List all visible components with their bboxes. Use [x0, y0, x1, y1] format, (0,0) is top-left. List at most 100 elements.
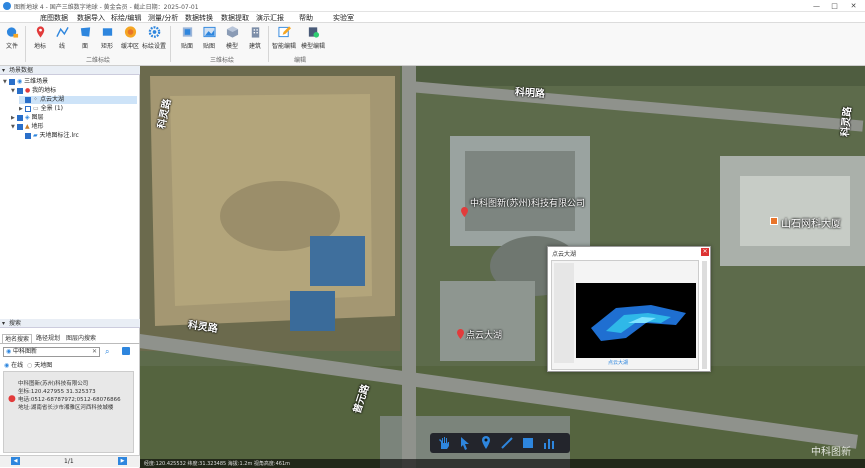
menu-extract[interactable]: 数据提取 — [221, 13, 249, 23]
polygon-tool[interactable]: 面 — [73, 24, 97, 54]
plot-settings-tool[interactable]: 标绘设置 — [142, 24, 166, 54]
status-bar: 经度:120.425532 纬度:31.323485 海拔:1.2m 视角高度:… — [140, 459, 865, 468]
search-result-item[interactable]: ● 中科图新(苏州)科技有限公司 坐标:120.427955 31.325373… — [3, 371, 134, 453]
road-puyuan — [402, 66, 416, 468]
point-cloud-icon: ⁘ — [33, 96, 39, 103]
menu-measure[interactable]: 测量/分析 — [148, 13, 178, 23]
line-tool[interactable]: 线 — [50, 24, 74, 54]
tree-item-terrain[interactable]: ▼ ▲ 地形 — [11, 123, 44, 131]
building-tool[interactable]: 建筑 — [243, 24, 267, 54]
buffer-icon — [124, 26, 136, 38]
maximize-button[interactable]: □ — [829, 1, 840, 11]
page-indicator: 1/1 — [64, 458, 74, 465]
tree-item-point-cloud[interactable]: ⁘ 点云大湖 — [19, 96, 137, 104]
minimize-button[interactable]: — — [811, 1, 822, 11]
menu-lab[interactable]: 实验室 — [333, 13, 354, 23]
model-tool[interactable]: 模型 — [220, 24, 244, 54]
save-icon[interactable] — [122, 347, 130, 355]
select-arrow-icon[interactable] — [457, 435, 473, 451]
satellite-imagery — [140, 66, 865, 468]
search-panel: ▾ 搜索 地名搜索 路径规划 图层内搜索 ◉ 中科图新 ✕ ⌕ ◉ 在线 ○ 天… — [0, 316, 140, 468]
menu-present[interactable]: 演示汇报 — [256, 13, 284, 23]
poi-pin-icon[interactable] — [457, 329, 464, 339]
menu-help[interactable]: 帮助 — [299, 13, 313, 23]
point-cloud-render — [576, 283, 696, 358]
ribbon-separator — [170, 26, 171, 62]
drape-surface-icon — [182, 27, 192, 37]
checkbox[interactable] — [17, 114, 23, 121]
popup-title: 点云大湖 — [552, 251, 577, 258]
placemark-icon: ● — [25, 87, 31, 94]
rectangle-tool[interactable]: 矩形 — [95, 24, 119, 54]
poi-label-shanshi: 山石网科大厦 — [781, 219, 841, 230]
popup-close-button[interactable]: ✕ — [701, 248, 709, 256]
search-input[interactable]: ◉ 中科图新 ✕ — [3, 347, 100, 357]
popup-caption: 点云大湖 — [608, 360, 629, 366]
menu-convert[interactable]: 数据转换 — [185, 13, 213, 23]
road-label-keling-3: 科灵路 — [840, 106, 854, 138]
result-pin-icon: ● — [8, 394, 16, 404]
draw-rectangle-icon[interactable] — [520, 435, 536, 451]
title-bar: 图新地球 4 - 国产三维数字地球 - 黄金会员 - 截止日期：2025-07-… — [0, 0, 865, 12]
tab-route-planning[interactable]: 路径规划 — [34, 334, 62, 343]
drape-surface-tool[interactable]: 贴面 — [175, 24, 199, 54]
polyline-icon — [55, 27, 69, 37]
placemark-tool[interactable]: 地标 — [28, 24, 52, 54]
map-toolbar — [430, 433, 570, 453]
gear-icon — [148, 26, 160, 38]
menu-import[interactable]: 数据导入 — [77, 13, 105, 23]
search-panel-header: ▾ 搜索 — [0, 319, 140, 328]
search-scope-group: ◉ 在线 ○ 天地图 — [4, 362, 53, 369]
popup-scrollbar[interactable] — [702, 261, 707, 369]
rectangle-icon — [102, 28, 112, 36]
poi-label-pointcloud: 点云大湖 — [466, 331, 503, 341]
menu-basemap[interactable]: 底图数据 — [40, 13, 68, 23]
close-button[interactable]: ✕ — [848, 1, 859, 11]
checkbox[interactable] — [17, 123, 23, 130]
checkbox[interactable] — [25, 132, 31, 139]
menu-plot-edit[interactable]: 标绘/编辑 — [111, 13, 141, 23]
draw-line-icon[interactable] — [499, 435, 515, 451]
search-icon[interactable]: ⌕ — [105, 347, 109, 357]
building-icon — [251, 27, 259, 38]
app-logo-icon — [3, 2, 11, 10]
drape-image-tool[interactable]: 贴图 — [197, 24, 221, 54]
map-view[interactable]: 科明路 科灵路 科灵路 科灵路 普元路 中科图新(苏州)科技有限公司 山石网科大… — [140, 66, 865, 468]
smart-edit-tool[interactable]: 智能编辑 — [272, 24, 296, 54]
clear-icon[interactable]: ✕ — [92, 348, 97, 356]
tab-place-search[interactable]: 地名搜索 — [2, 334, 33, 343]
tab-layer-search[interactable]: 图层内搜索 — [64, 334, 98, 343]
map-layer-icon: ▰ — [33, 132, 38, 139]
file-icon — [6, 27, 18, 38]
tree-item-my-placemarks[interactable]: ▼ ● 我的地标 — [11, 87, 56, 95]
globe-icon: ◉ — [17, 78, 23, 85]
prev-page-button[interactable]: ◀ — [11, 457, 20, 465]
measure-icon[interactable] — [541, 435, 557, 451]
poi-pin-icon[interactable] — [461, 207, 468, 217]
popup-content: 点云大湖 — [551, 260, 699, 370]
next-page-button[interactable]: ▶ — [118, 457, 127, 465]
checkbox[interactable] — [9, 78, 15, 85]
radio-tianditu[interactable]: ○ — [27, 362, 32, 369]
radio-online[interactable]: ◉ — [4, 362, 9, 369]
group-label-2d: 二维标绘 — [86, 57, 111, 64]
pan-hand-icon[interactable] — [436, 435, 452, 451]
model-edit-tool[interactable]: 模型编辑 — [301, 24, 325, 54]
checkbox[interactable] — [25, 96, 31, 103]
tree-item-layers[interactable]: ▶ ◈ 图层 — [11, 114, 44, 122]
window-title: 图新地球 4 - 国产三维数字地球 - 黄金会员 - 截止日期：2025-07-… — [14, 4, 199, 11]
checkbox[interactable] — [25, 105, 31, 112]
file-button[interactable]: 文件 — [0, 24, 24, 54]
tree-item-3d-scene[interactable]: ▼ ◉ 三维场景 — [3, 78, 48, 86]
poi-label-zhongke: 中科图新(苏州)科技有限公司 — [470, 199, 586, 209]
checkbox[interactable] — [17, 87, 23, 94]
result-phone: 电话:0512-68787972;0512-68076866 — [18, 397, 121, 403]
tree-item-panorama[interactable]: ▶ ▭ 全景 (1) — [19, 105, 63, 113]
layers-icon: ◈ — [25, 114, 30, 121]
collapse-icon[interactable]: ▾ — [2, 319, 5, 328]
collapse-icon[interactable]: ▾ — [2, 66, 5, 75]
tree-item-tianditu[interactable]: ▰ 天地图标注.lrc — [19, 132, 79, 140]
placemark-icon[interactable] — [478, 435, 494, 451]
buffer-tool[interactable]: 缓冲区 — [118, 24, 142, 54]
road-label-keming: 科明路 — [514, 86, 546, 101]
